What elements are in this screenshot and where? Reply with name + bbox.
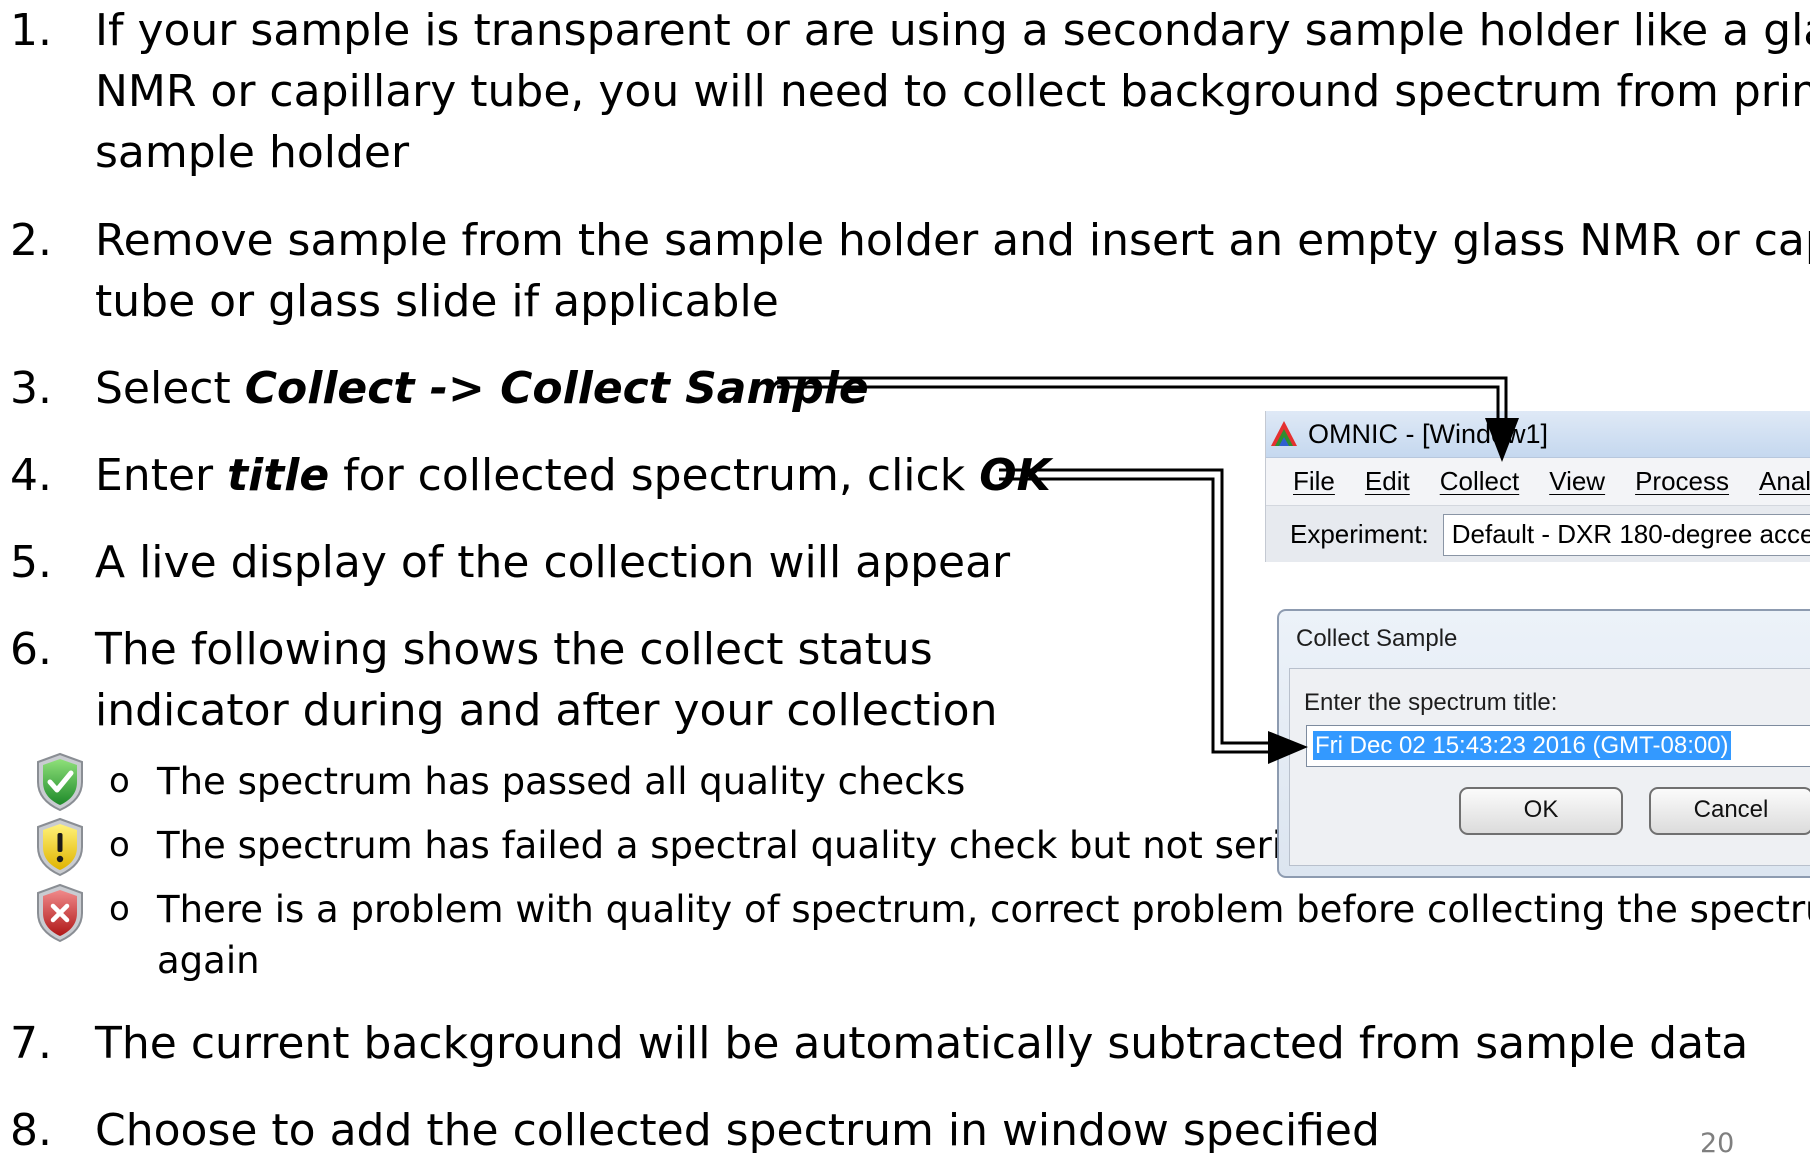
collect-menu-arrow xyxy=(777,376,1508,418)
collect-menu-arrowhead xyxy=(1485,418,1519,462)
title-field-arrowhead xyxy=(1268,731,1308,764)
title-field-arrow xyxy=(999,468,1268,754)
callout-arrows xyxy=(777,376,1519,764)
slide: 1. If your sample is transparent or are … xyxy=(0,0,1810,1153)
